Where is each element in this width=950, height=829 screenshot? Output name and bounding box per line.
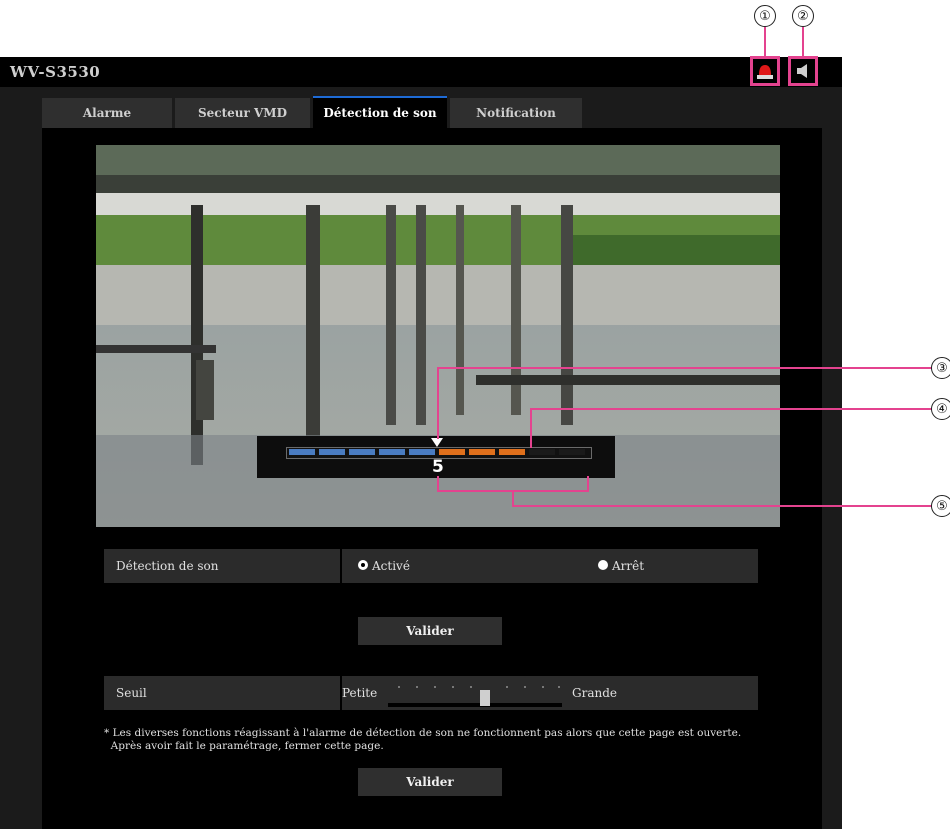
callout-1-highlight [750,56,780,86]
tab-notification[interactable]: Notification [450,98,582,128]
slider-tick [416,686,418,688]
row-divider [340,549,342,583]
slider-tick [470,686,472,688]
callout-1: ① [754,5,776,27]
callout-4-leader [530,408,532,448]
meter-segment [319,449,345,455]
note-line-1: * Les diverses fonctions réagissant à l'… [104,727,742,739]
callout-1-leader [764,27,766,56]
meter-segment [559,449,585,455]
apply-button-detection[interactable]: Valider [358,617,502,645]
slider-tick [434,686,436,688]
callout-5-leader [512,505,935,507]
callout-4-leader [530,408,935,410]
slider-tick [398,686,400,688]
callout-3-leader [437,367,439,439]
threshold-min-label: Petite [342,686,378,700]
radio-arret-label: Arrêt [612,559,645,573]
callout-5: ⑤ [931,495,950,517]
threshold-label: Seuil [116,686,147,700]
callout-2-leader [802,27,804,56]
slider-tick [558,686,560,688]
tab-detection-de-son[interactable]: Détection de son [313,96,447,130]
threshold-marker-icon [431,438,443,447]
threshold-slider-thumb[interactable] [480,690,490,706]
note-line-2: Après avoir fait le paramétrage, fermer … [104,740,384,752]
tab-alarme[interactable]: Alarme [42,98,172,128]
callout-2-highlight [788,56,818,86]
meter-segment [379,449,405,455]
meter-segment [439,449,465,455]
radio-arret[interactable] [598,560,608,570]
meter-segment [499,449,525,455]
callout-4: ④ [931,398,950,420]
meter-segment [289,449,315,455]
slider-tick [542,686,544,688]
apply-button-threshold[interactable]: Valider [358,768,502,796]
radio-active[interactable] [358,560,368,570]
callout-3-leader [437,367,935,369]
note-text: * Les diverses fonctions réagissant à l'… [104,727,741,753]
tab-secteur-vmd[interactable]: Secteur VMD [175,98,310,128]
top-bar: WV-S3530 [0,57,842,87]
slider-tick [506,686,508,688]
meter-segment [409,449,435,455]
meter-segment [349,449,375,455]
callout-2: ② [792,5,814,27]
slider-tick [524,686,526,688]
meter-segment [469,449,495,455]
meter-segment [529,449,555,455]
radio-active-label: Activé [372,559,410,573]
threshold-level-value: 5 [432,457,444,477]
callout-3: ③ [931,357,950,379]
threshold-slider-track[interactable] [388,703,562,707]
slider-tick [452,686,454,688]
threshold-max-label: Grande [572,686,617,700]
detection-row: Détection de son Activé Arrêt [104,549,758,583]
detection-label: Détection de son [116,559,219,573]
camera-model-label: WV-S3530 [10,63,101,81]
